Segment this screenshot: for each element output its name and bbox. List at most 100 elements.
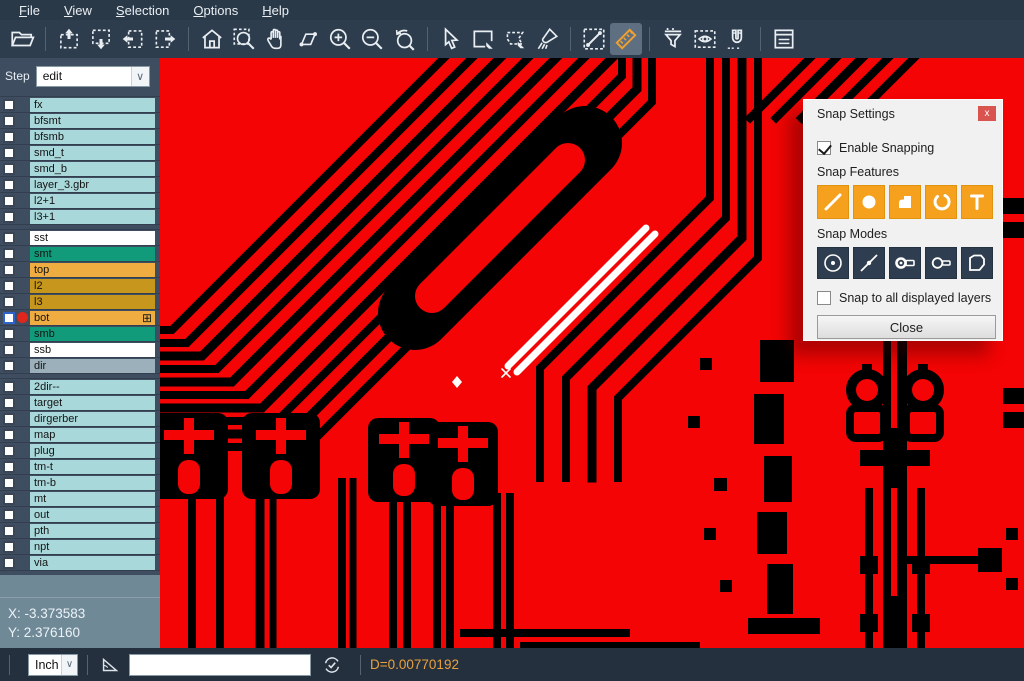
layer-visibility-checkbox[interactable] <box>3 179 15 191</box>
layer-visibility-checkbox[interactable] <box>3 360 15 372</box>
layer-row-l3+1[interactable]: l3+1 <box>0 209 160 225</box>
dialog-close-icon[interactable]: x <box>978 106 996 121</box>
layer-visibility-checkbox[interactable] <box>3 163 15 175</box>
layer-name[interactable]: bot⊞ <box>30 311 155 325</box>
snap-feature-text-button[interactable] <box>961 185 993 219</box>
zoom-out-button[interactable] <box>356 23 388 55</box>
layer-visibility-checkbox[interactable] <box>3 195 15 207</box>
layer-visibility-checkbox[interactable] <box>3 115 15 127</box>
layer-name[interactable]: plug <box>30 444 155 458</box>
pan-tool-button[interactable] <box>260 23 292 55</box>
layer-row-ssb[interactable]: ssb <box>0 342 160 358</box>
layers-panel-button[interactable] <box>768 23 800 55</box>
layer-visibility-checkbox[interactable] <box>3 397 15 409</box>
layer-name[interactable]: 2dir-- <box>30 380 155 394</box>
snap-mode-contour-button[interactable] <box>961 247 993 279</box>
snap-feature-arc-button[interactable] <box>925 185 957 219</box>
layer-row-bfsmt[interactable]: bfsmt <box>0 113 160 129</box>
layer-visibility-checkbox[interactable] <box>3 296 15 308</box>
open-file-button[interactable] <box>6 23 38 55</box>
layer-visibility-checkbox[interactable] <box>3 461 15 473</box>
layer-row-top[interactable]: top <box>0 262 160 278</box>
layer-name[interactable]: tm-b <box>30 476 155 490</box>
layer-visibility-checkbox[interactable] <box>3 232 15 244</box>
zoom-in-button[interactable] <box>324 23 356 55</box>
layer-name[interactable]: dirgerber <box>30 412 155 426</box>
layer-visibility-checkbox[interactable] <box>3 381 15 393</box>
layer-name[interactable]: target <box>30 396 155 410</box>
layer-row-layer_3.gbr[interactable]: layer_3.gbr <box>0 177 160 193</box>
layer-name[interactable]: top <box>30 263 155 277</box>
layer-name[interactable]: npt <box>30 540 155 554</box>
layer-visibility-checkbox[interactable] <box>3 509 15 521</box>
layer-name[interactable]: bfsmb <box>30 130 155 144</box>
layer-name[interactable]: l2+1 <box>30 194 155 208</box>
layer-name[interactable]: l3+1 <box>30 210 155 224</box>
enable-snapping-checkbox[interactable] <box>817 141 831 155</box>
snap-mode-center-button[interactable] <box>817 247 849 279</box>
unit-select[interactable]: Inch ∨ <box>28 654 78 676</box>
snap-mode-pad-outline-button[interactable] <box>925 247 957 279</box>
pan-left-button[interactable] <box>117 23 149 55</box>
layer-row-plug[interactable]: plug <box>0 443 160 459</box>
layer-name[interactable]: out <box>30 508 155 522</box>
layer-row-tm-b[interactable]: tm-b <box>0 475 160 491</box>
snap-feature-line-button[interactable] <box>817 185 849 219</box>
layer-row-sst[interactable]: sst <box>0 230 160 246</box>
layer-row-smd_b[interactable]: smd_b <box>0 161 160 177</box>
layer-name[interactable]: map <box>30 428 155 442</box>
layer-visibility-checkbox[interactable] <box>3 248 15 260</box>
layer-name[interactable]: layer_3.gbr <box>30 178 155 192</box>
angle-measure-icon[interactable] <box>99 654 121 676</box>
layer-visibility-checkbox[interactable] <box>3 445 15 457</box>
layer-visibility-checkbox[interactable] <box>3 541 15 553</box>
layer-visibility-checkbox[interactable] <box>3 99 15 111</box>
poly-select-button[interactable] <box>499 23 531 55</box>
snap-feature-pad-button[interactable] <box>853 185 885 219</box>
apply-sync-icon[interactable] <box>321 654 343 676</box>
zoom-area-button[interactable] <box>228 23 260 55</box>
measure-ruler-button[interactable] <box>610 23 642 55</box>
layer-visibility-checkbox[interactable] <box>3 211 15 223</box>
layer-visibility-checkbox[interactable] <box>3 557 15 569</box>
layer-visibility-checkbox[interactable] <box>3 280 15 292</box>
layer-row-target[interactable]: target <box>0 395 160 411</box>
layer-visibility-checkbox[interactable] <box>3 413 15 425</box>
snap-settings-button[interactable] <box>721 23 753 55</box>
chevron-down-icon[interactable]: ∨ <box>131 67 149 86</box>
menu-view[interactable]: View <box>53 2 103 19</box>
layer-row-tm-t[interactable]: tm-t <box>0 459 160 475</box>
layer-name[interactable]: dir <box>30 359 155 373</box>
layer-visibility-checkbox[interactable] <box>3 429 15 441</box>
layer-name[interactable]: smd_b <box>30 162 155 176</box>
pan-up-button[interactable] <box>53 23 85 55</box>
snap-mode-midpoint-button[interactable] <box>853 247 885 279</box>
layer-row-bfsmb[interactable]: bfsmb <box>0 129 160 145</box>
measure-line-button[interactable] <box>578 23 610 55</box>
layer-row-dirgerber[interactable]: dirgerber <box>0 411 160 427</box>
layer-row-npt[interactable]: npt <box>0 539 160 555</box>
layer-visibility-checkbox[interactable] <box>3 264 15 276</box>
layer-name[interactable]: smt <box>30 247 155 261</box>
snap-mode-pad-hole-button[interactable] <box>889 247 921 279</box>
zoom-object-button[interactable] <box>292 23 324 55</box>
layer-row-bot[interactable]: bot⊞ <box>0 310 160 326</box>
layer-name[interactable]: pth <box>30 524 155 538</box>
layer-row-out[interactable]: out <box>0 507 160 523</box>
view-area-button[interactable] <box>689 23 721 55</box>
layer-row-pth[interactable]: pth <box>0 523 160 539</box>
layer-row-via[interactable]: via <box>0 555 160 571</box>
layer-row-smb[interactable]: smb <box>0 326 160 342</box>
menu-file[interactable]: File <box>8 2 51 19</box>
select-button[interactable] <box>435 23 467 55</box>
layer-row-l2[interactable]: l2 <box>0 278 160 294</box>
layer-visibility-checkbox[interactable] <box>3 147 15 159</box>
layer-name[interactable]: l3 <box>30 295 155 309</box>
layer-row-map[interactable]: map <box>0 427 160 443</box>
step-select[interactable]: edit ∨ <box>36 66 150 87</box>
menu-options[interactable]: Options <box>182 2 249 19</box>
zoom-home-button[interactable] <box>196 23 228 55</box>
layer-row-mt[interactable]: mt <box>0 491 160 507</box>
pan-right-button[interactable] <box>149 23 181 55</box>
layer-row-2dir--[interactable]: 2dir-- <box>0 379 160 395</box>
